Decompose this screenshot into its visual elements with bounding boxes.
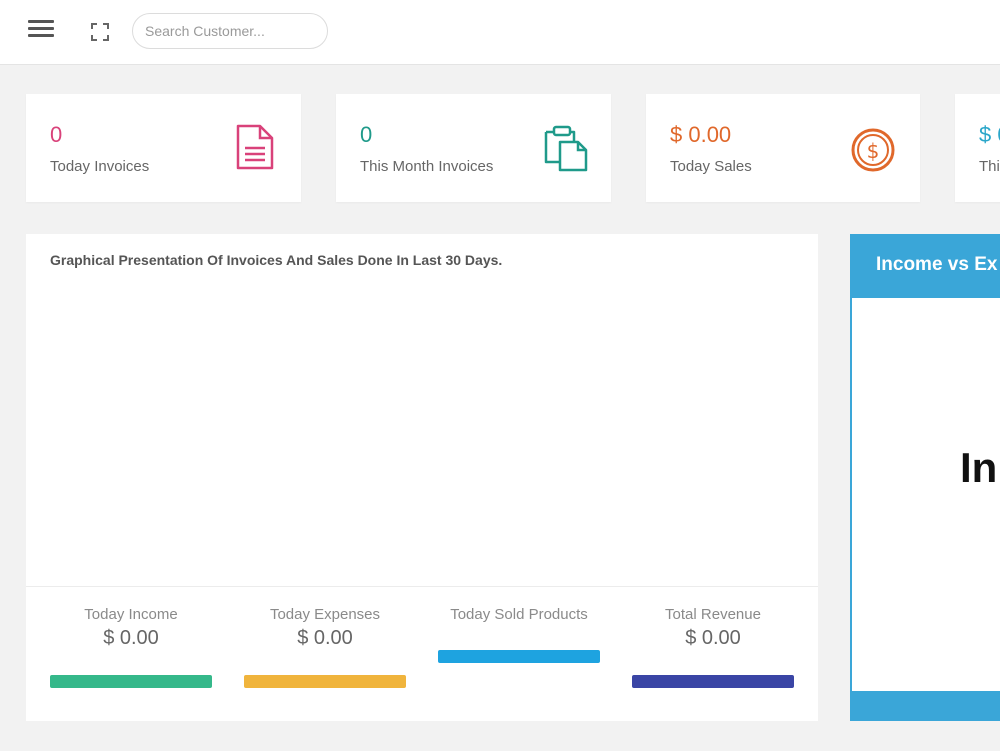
stat-card-today-sales: $ 0.00 Today Sales $ (646, 94, 920, 202)
stat-value: $ 0 (979, 122, 1000, 147)
metric-value: $ 0.00 (297, 627, 353, 649)
stat-value: 0 (360, 122, 373, 147)
metric-label: Total Revenue (665, 606, 761, 623)
stat-card-month-invoices: 0 This Month Invoices (336, 94, 611, 202)
revenue-bar (632, 675, 794, 688)
metric-total-revenue: Total Revenue $ 0.00 (632, 606, 794, 650)
clipboard-copy-icon (540, 122, 590, 172)
panel-heading-text: In (960, 444, 998, 491)
stat-card-this-month-sales: $ 0 Thi (955, 94, 1000, 202)
sold-products-bar (438, 650, 600, 663)
hamburger-menu-icon[interactable] (28, 20, 54, 42)
invoice-document-icon (230, 122, 280, 172)
income-vs-expense-panel: Income vs Ex In (850, 234, 1000, 721)
chart-title: Graphical Presentation Of Invoices And S… (50, 252, 503, 268)
search-input[interactable] (132, 13, 328, 49)
stat-card-today-invoices: 0 Today Invoices (26, 94, 301, 202)
stat-label: Today Sales (670, 158, 752, 175)
metric-label: Today Sold Products (450, 606, 588, 623)
metric-value: $ 0.00 (103, 627, 159, 649)
fullscreen-icon[interactable] (90, 22, 110, 42)
metric-value: $ 0.00 (685, 627, 741, 649)
stat-label: Thi (979, 158, 1000, 175)
metric-label: Today Expenses (269, 606, 381, 623)
divider (26, 586, 818, 587)
stat-value: $ 0.00 (670, 122, 732, 147)
chart-area (26, 284, 818, 584)
panel-footer (852, 691, 1000, 721)
expenses-bar (244, 675, 406, 688)
stat-label: This Month Invoices (360, 158, 494, 175)
sales-chart-panel: Graphical Presentation Of Invoices And S… (26, 234, 818, 721)
metric-today-sold-products: Today Sold Products (438, 606, 600, 627)
stat-label: Today Invoices (50, 158, 150, 175)
top-bar (0, 0, 1000, 65)
income-bar (50, 675, 212, 688)
metric-today-income: Today Income $ 0.00 (50, 606, 212, 650)
metric-today-expenses: Today Expenses $ 0.00 (244, 606, 406, 650)
dollar-circle-icon: $ (848, 122, 898, 172)
svg-text:$: $ (867, 139, 880, 163)
metric-label: Today Income (84, 606, 178, 623)
panel-title: Income vs Ex (852, 234, 1000, 298)
stat-value: 0 (50, 122, 63, 147)
